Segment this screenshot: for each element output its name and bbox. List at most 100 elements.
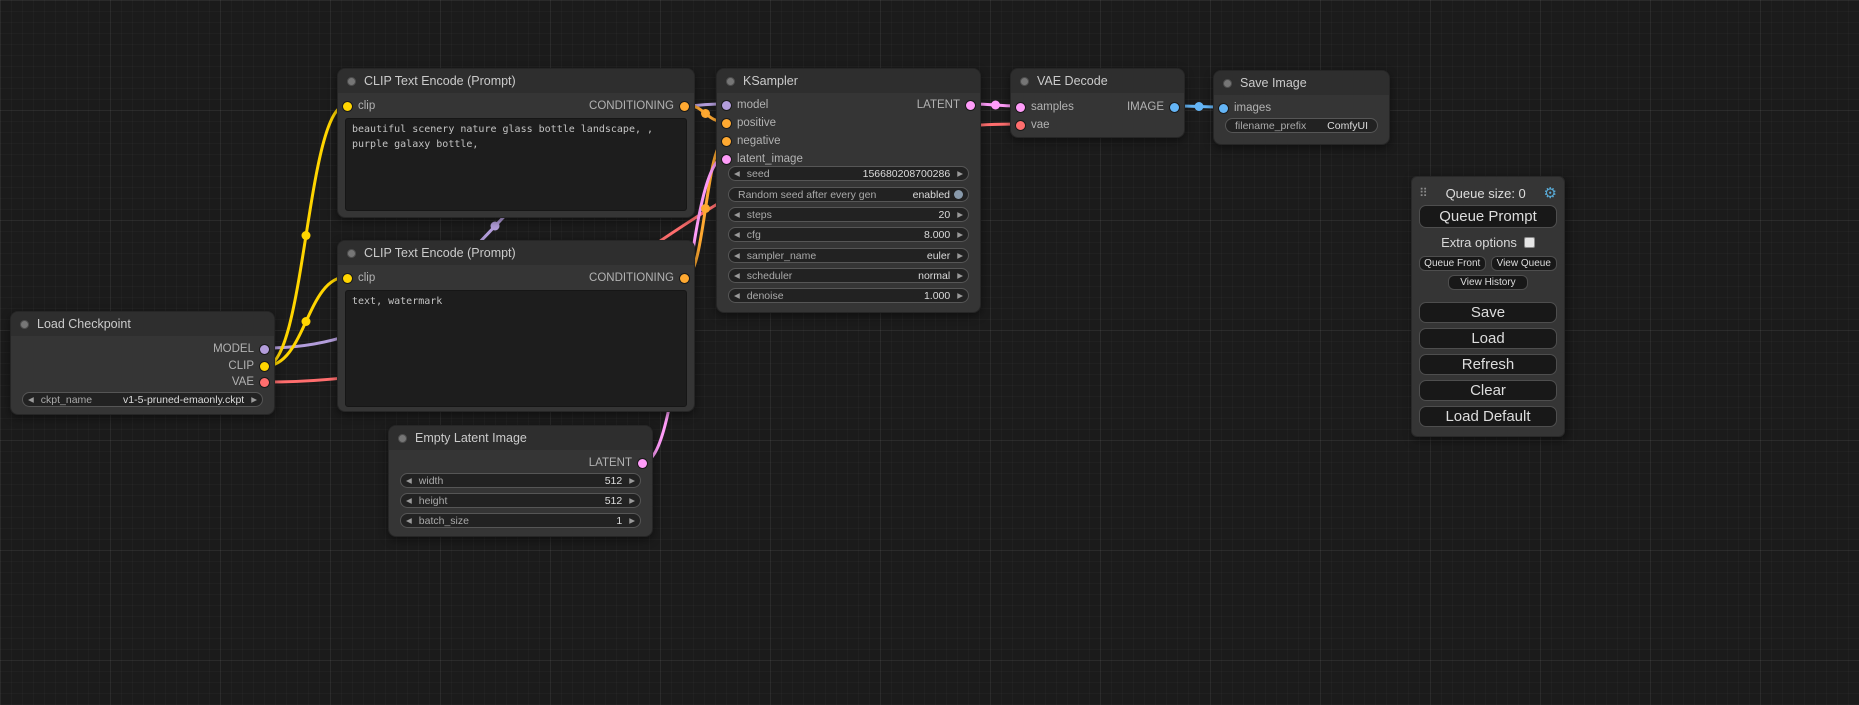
node-vae-decode[interactable]: VAE Decode samples vae IMAGE [1010, 68, 1185, 138]
node-collapse-dot[interactable] [20, 320, 29, 329]
increment-arrow-icon[interactable]: ▶ [629, 517, 635, 525]
widget-scheduler[interactable]: ◀ scheduler normal ▶ [728, 268, 969, 283]
prompt-textarea[interactable]: text, watermark [345, 290, 687, 407]
increment-arrow-icon[interactable]: ▶ [957, 292, 963, 300]
latent-port-dot[interactable] [1016, 103, 1025, 112]
image-port-dot[interactable] [1170, 103, 1179, 112]
node-ksampler[interactable]: KSampler model positive negative latent_… [716, 68, 981, 313]
output-port-image[interactable]: IMAGE [1127, 99, 1179, 115]
widget-filename-prefix[interactable]: filename_prefix ComfyUI [1225, 118, 1378, 133]
image-port-dot[interactable] [1219, 104, 1228, 113]
model-port-dot[interactable] [722, 101, 731, 110]
input-port-clip[interactable]: clip [343, 98, 375, 114]
node-title-bar[interactable]: CLIP Text Encode (Prompt) [338, 241, 694, 265]
view-queue-button[interactable]: View Queue [1491, 256, 1558, 271]
decrement-arrow-icon[interactable]: ◀ [406, 497, 412, 505]
increment-arrow-icon[interactable]: ▶ [957, 272, 963, 280]
widget-seed[interactable]: ◀ seed 156680208700286 ▶ [728, 166, 969, 181]
extra-options-checkbox[interactable] [1524, 237, 1535, 248]
increment-arrow-icon[interactable]: ▶ [957, 211, 963, 219]
node-collapse-dot[interactable] [347, 77, 356, 86]
output-port-latent[interactable]: LATENT [589, 455, 647, 471]
node-title-bar[interactable]: Save Image [1214, 71, 1389, 95]
widget-width[interactable]: ◀ width 512 ▶ [400, 473, 641, 488]
vae-port-dot[interactable] [260, 378, 269, 387]
node-collapse-dot[interactable] [347, 249, 356, 258]
node-collapse-dot[interactable] [1223, 79, 1232, 88]
input-port-negative[interactable]: negative [722, 133, 780, 149]
node-clip-text-encode-positive[interactable]: CLIP Text Encode (Prompt) clip CONDITION… [337, 68, 695, 218]
clip-port-dot[interactable] [260, 362, 269, 371]
load-button[interactable]: Load [1419, 328, 1557, 349]
conditioning-port-dot[interactable] [680, 274, 689, 283]
conditioning-port-dot[interactable] [722, 137, 731, 146]
conditioning-port-dot[interactable] [722, 119, 731, 128]
input-port-latent-image[interactable]: latent_image [722, 151, 803, 167]
node-title-bar[interactable]: VAE Decode [1011, 69, 1184, 93]
queue-front-button[interactable]: Queue Front [1419, 256, 1486, 271]
decrement-arrow-icon[interactable]: ◀ [734, 211, 740, 219]
conditioning-port-dot[interactable] [680, 102, 689, 111]
model-port-dot[interactable] [260, 345, 269, 354]
decrement-arrow-icon[interactable]: ◀ [734, 292, 740, 300]
clip-port-dot[interactable] [343, 102, 352, 111]
increment-arrow-icon[interactable]: ▶ [251, 396, 257, 404]
latent-port-dot[interactable] [722, 155, 731, 164]
output-port-model[interactable]: MODEL [213, 341, 269, 357]
increment-arrow-icon[interactable]: ▶ [957, 231, 963, 239]
increment-arrow-icon[interactable]: ▶ [629, 497, 635, 505]
decrement-arrow-icon[interactable]: ◀ [406, 517, 412, 525]
output-port-conditioning[interactable]: CONDITIONING [589, 270, 689, 286]
widget-denoise[interactable]: ◀ denoise 1.000 ▶ [728, 288, 969, 303]
toggle-indicator[interactable] [954, 190, 963, 199]
node-collapse-dot[interactable] [726, 77, 735, 86]
widget-height[interactable]: ◀ height 512 ▶ [400, 493, 641, 508]
node-collapse-dot[interactable] [1020, 77, 1029, 86]
node-title-bar[interactable]: KSampler [717, 69, 980, 93]
increment-arrow-icon[interactable]: ▶ [957, 252, 963, 260]
increment-arrow-icon[interactable]: ▶ [629, 477, 635, 485]
widget-cfg[interactable]: ◀ cfg 8.000 ▶ [728, 227, 969, 242]
settings-gear-icon[interactable]: ⚙ [1544, 186, 1557, 201]
output-port-vae[interactable]: VAE [232, 374, 269, 390]
decrement-arrow-icon[interactable]: ◀ [406, 477, 412, 485]
node-title-bar[interactable]: Empty Latent Image [389, 426, 652, 450]
clear-button[interactable]: Clear [1419, 380, 1557, 401]
input-port-images[interactable]: images [1219, 100, 1271, 116]
node-title-bar[interactable]: Load Checkpoint [11, 312, 274, 336]
node-save-image[interactable]: Save Image images filename_prefix ComfyU… [1213, 70, 1390, 145]
decrement-arrow-icon[interactable]: ◀ [28, 396, 34, 404]
node-title-bar[interactable]: CLIP Text Encode (Prompt) [338, 69, 694, 93]
queue-prompt-button[interactable]: Queue Prompt [1419, 205, 1557, 228]
view-history-button[interactable]: View History [1448, 275, 1528, 290]
load-default-button[interactable]: Load Default [1419, 406, 1557, 427]
clip-port-dot[interactable] [343, 274, 352, 283]
widget-sampler-name[interactable]: ◀ sampler_name euler ▶ [728, 248, 969, 263]
latent-port-dot[interactable] [966, 101, 975, 110]
node-empty-latent-image[interactable]: Empty Latent Image LATENT ◀ width 512 ▶ … [388, 425, 653, 537]
output-port-clip[interactable]: CLIP [228, 358, 269, 374]
widget-ckpt-name[interactable]: ◀ ckpt_name v1-5-pruned-emaonly.ckpt ▶ [22, 392, 263, 407]
node-load-checkpoint[interactable]: Load Checkpoint MODEL CLIP VAE ◀ ckpt_na… [10, 311, 275, 415]
prompt-textarea[interactable]: beautiful scenery nature glass bottle la… [345, 118, 687, 211]
decrement-arrow-icon[interactable]: ◀ [734, 252, 740, 260]
input-port-model[interactable]: model [722, 97, 768, 113]
output-port-latent[interactable]: LATENT [917, 97, 975, 113]
decrement-arrow-icon[interactable]: ◀ [734, 272, 740, 280]
input-port-vae[interactable]: vae [1016, 117, 1050, 133]
vae-port-dot[interactable] [1016, 121, 1025, 130]
latent-port-dot[interactable] [638, 459, 647, 468]
refresh-button[interactable]: Refresh [1419, 354, 1557, 375]
input-port-samples[interactable]: samples [1016, 99, 1074, 115]
input-port-positive[interactable]: positive [722, 115, 776, 131]
save-button[interactable]: Save [1419, 302, 1557, 323]
widget-steps[interactable]: ◀ steps 20 ▶ [728, 207, 969, 222]
decrement-arrow-icon[interactable]: ◀ [734, 231, 740, 239]
widget-random-seed-toggle[interactable]: Random seed after every gen enabled [728, 187, 969, 202]
input-port-clip[interactable]: clip [343, 270, 375, 286]
output-port-conditioning[interactable]: CONDITIONING [589, 98, 689, 114]
widget-batch-size[interactable]: ◀ batch_size 1 ▶ [400, 513, 641, 528]
decrement-arrow-icon[interactable]: ◀ [734, 170, 740, 178]
node-collapse-dot[interactable] [398, 434, 407, 443]
drag-handle-icon[interactable]: ⠿ [1419, 187, 1428, 199]
